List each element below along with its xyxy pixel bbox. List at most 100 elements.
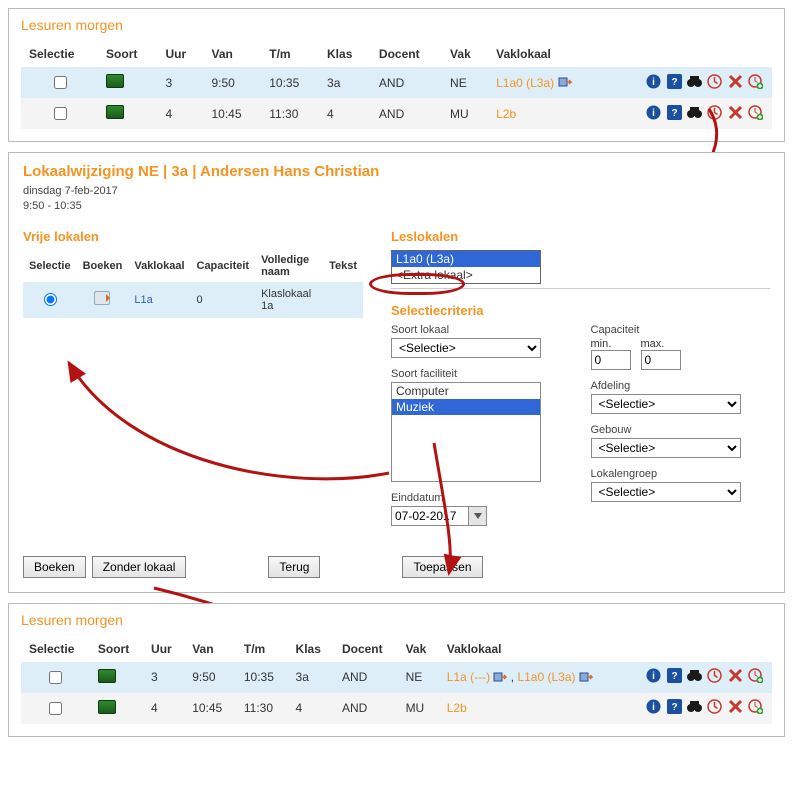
leslokalen-option-selected[interactable]: L1a0 (L3a) bbox=[392, 251, 540, 267]
leslokalen-dropdown[interactable]: L1a0 (L3a) <Extra lokaal> bbox=[391, 250, 770, 284]
label-lokalengroep: Lokalengroep bbox=[591, 468, 771, 480]
zonder-lokaal-button[interactable]: Zonder lokaal bbox=[92, 556, 187, 578]
col-vaklokaal: Vaklokaal bbox=[488, 41, 603, 67]
col-tekst: Tekst bbox=[323, 250, 363, 282]
info-icon[interactable]: i bbox=[646, 699, 661, 717]
table-row[interactable]: 3 9:50 10:35 3a AND NE L1a (---) , L1a0 … bbox=[21, 662, 772, 693]
terug-button[interactable]: Terug bbox=[268, 556, 320, 578]
help-icon[interactable]: ? bbox=[667, 74, 682, 92]
cell-tm: 10:35 bbox=[261, 67, 319, 98]
input-cap-min[interactable] bbox=[591, 350, 631, 370]
cell-tekst bbox=[323, 282, 363, 318]
binoculars-icon[interactable] bbox=[687, 74, 702, 92]
col-van: Van bbox=[184, 636, 236, 662]
lesson-type-icon[interactable] bbox=[106, 105, 124, 119]
table-row[interactable]: 4 10:45 11:30 4 AND MU L2b i ? bbox=[21, 98, 772, 129]
col-selectie: Selectie bbox=[21, 41, 98, 67]
label-capaciteit: Capaciteit bbox=[591, 324, 771, 336]
table-row[interactable]: 3 9:50 10:35 3a AND NE L1a0 (L3a) i ? bbox=[21, 67, 772, 98]
add-clock-icon[interactable] bbox=[748, 668, 763, 686]
svg-text:?: ? bbox=[671, 702, 677, 713]
help-icon[interactable]: ? bbox=[667, 105, 682, 123]
cell-van: 9:50 bbox=[203, 67, 261, 98]
swap-room-icon[interactable] bbox=[493, 670, 507, 684]
row-radio[interactable] bbox=[44, 293, 57, 306]
select-gebouw[interactable]: <Selectie> bbox=[591, 438, 741, 458]
faciliteit-option-selected[interactable]: Muziek bbox=[392, 399, 540, 415]
toepassen-button[interactable]: Toepassen bbox=[402, 556, 482, 578]
table-header-row: Selectie Boeken Vaklokaal Capaciteit Vol… bbox=[23, 250, 363, 282]
row-checkbox[interactable] bbox=[49, 702, 62, 715]
clock-icon[interactable] bbox=[707, 668, 722, 686]
clock-icon[interactable] bbox=[707, 699, 722, 717]
table-row[interactable]: 4 10:45 11:30 4 AND MU L2b i ? bbox=[21, 693, 772, 724]
cell-klas: 4 bbox=[319, 98, 371, 129]
lesson-type-icon[interactable] bbox=[106, 74, 124, 88]
swap-room-icon[interactable] bbox=[579, 670, 593, 684]
cell-van: 10:45 bbox=[184, 693, 236, 724]
listbox-faciliteit[interactable]: Computer Muziek bbox=[391, 382, 541, 482]
leslokalen-option-extra[interactable]: <Extra lokaal> bbox=[392, 267, 540, 283]
row-checkbox[interactable] bbox=[54, 107, 67, 120]
cell-capaciteit: 0 bbox=[191, 282, 256, 318]
svg-text:?: ? bbox=[671, 671, 677, 682]
edit-title: Lokaalwijziging NE | 3a | Andersen Hans … bbox=[23, 163, 770, 180]
cell-vak: MU bbox=[398, 693, 439, 724]
delete-icon[interactable] bbox=[728, 105, 743, 123]
select-soort-lokaal[interactable]: <Selectie> bbox=[391, 338, 541, 358]
svg-text:i: i bbox=[652, 702, 655, 713]
label-soort-lokaal: Soort lokaal bbox=[391, 324, 571, 336]
col-volledige-naam: Volledige naam bbox=[255, 250, 323, 282]
vaklokaal-link[interactable]: L1a bbox=[128, 282, 190, 318]
add-clock-icon[interactable] bbox=[748, 105, 763, 123]
vaklokaal-link[interactable]: L1a0 (L3a) bbox=[496, 76, 554, 90]
vrije-lokalen-header: Vrije lokalen bbox=[23, 229, 363, 244]
vaklokaal-link[interactable]: L2b bbox=[447, 701, 467, 715]
cell-tm: 11:30 bbox=[261, 98, 319, 129]
col-tm: T/m bbox=[236, 636, 288, 662]
vaklokaal-link[interactable]: L1a0 (L3a) bbox=[517, 670, 575, 684]
col-vaklokaal: Vaklokaal bbox=[128, 250, 190, 282]
vaklokaal-link[interactable]: L2b bbox=[496, 107, 516, 121]
svg-text:?: ? bbox=[671, 108, 677, 119]
add-clock-icon[interactable] bbox=[748, 699, 763, 717]
input-cap-max[interactable] bbox=[641, 350, 681, 370]
help-icon[interactable]: ? bbox=[667, 699, 682, 717]
lesuren-table: Selectie Soort Uur Van T/m Klas Docent V… bbox=[21, 41, 772, 129]
row-checkbox[interactable] bbox=[54, 76, 67, 89]
cell-uur: 3 bbox=[157, 67, 203, 98]
delete-icon[interactable] bbox=[728, 74, 743, 92]
delete-icon[interactable] bbox=[728, 668, 743, 686]
vaklokaal-link[interactable]: L1a (---) bbox=[447, 670, 490, 684]
input-einddatum[interactable] bbox=[391, 506, 469, 526]
table-row[interactable]: L1a 0 Klaslokaal 1a bbox=[23, 282, 363, 318]
svg-text:?: ? bbox=[671, 77, 677, 88]
delete-icon[interactable] bbox=[728, 699, 743, 717]
boeken-button[interactable]: Boeken bbox=[23, 556, 86, 578]
binoculars-icon[interactable] bbox=[687, 668, 702, 686]
lesson-type-icon[interactable] bbox=[98, 700, 116, 714]
cell-docent: AND bbox=[334, 693, 398, 724]
swap-room-icon[interactable] bbox=[558, 76, 572, 90]
select-lokalengroep[interactable]: <Selectie> bbox=[591, 482, 741, 502]
binoculars-icon[interactable] bbox=[687, 699, 702, 717]
info-icon[interactable]: i bbox=[646, 668, 661, 686]
help-icon[interactable]: ? bbox=[667, 668, 682, 686]
binoculars-icon[interactable] bbox=[687, 105, 702, 123]
clock-icon[interactable] bbox=[707, 105, 722, 123]
faciliteit-option[interactable]: Computer bbox=[392, 383, 540, 399]
lesuren-morgen-bottom: Lesuren morgen Selectie Soort Uur Van T/… bbox=[8, 603, 785, 737]
date-picker-button[interactable] bbox=[469, 506, 487, 526]
select-afdeling[interactable]: <Selectie> bbox=[591, 394, 741, 414]
info-icon[interactable]: i bbox=[646, 74, 661, 92]
clock-icon[interactable] bbox=[707, 74, 722, 92]
info-icon[interactable]: i bbox=[646, 105, 661, 123]
cell-uur: 3 bbox=[143, 662, 184, 693]
add-clock-icon[interactable] bbox=[748, 74, 763, 92]
col-capaciteit: Capaciteit bbox=[191, 250, 256, 282]
book-room-icon[interactable] bbox=[94, 291, 110, 305]
cell-docent: AND bbox=[371, 98, 442, 129]
cell-docent: AND bbox=[371, 67, 442, 98]
row-checkbox[interactable] bbox=[49, 671, 62, 684]
lesson-type-icon[interactable] bbox=[98, 669, 116, 683]
